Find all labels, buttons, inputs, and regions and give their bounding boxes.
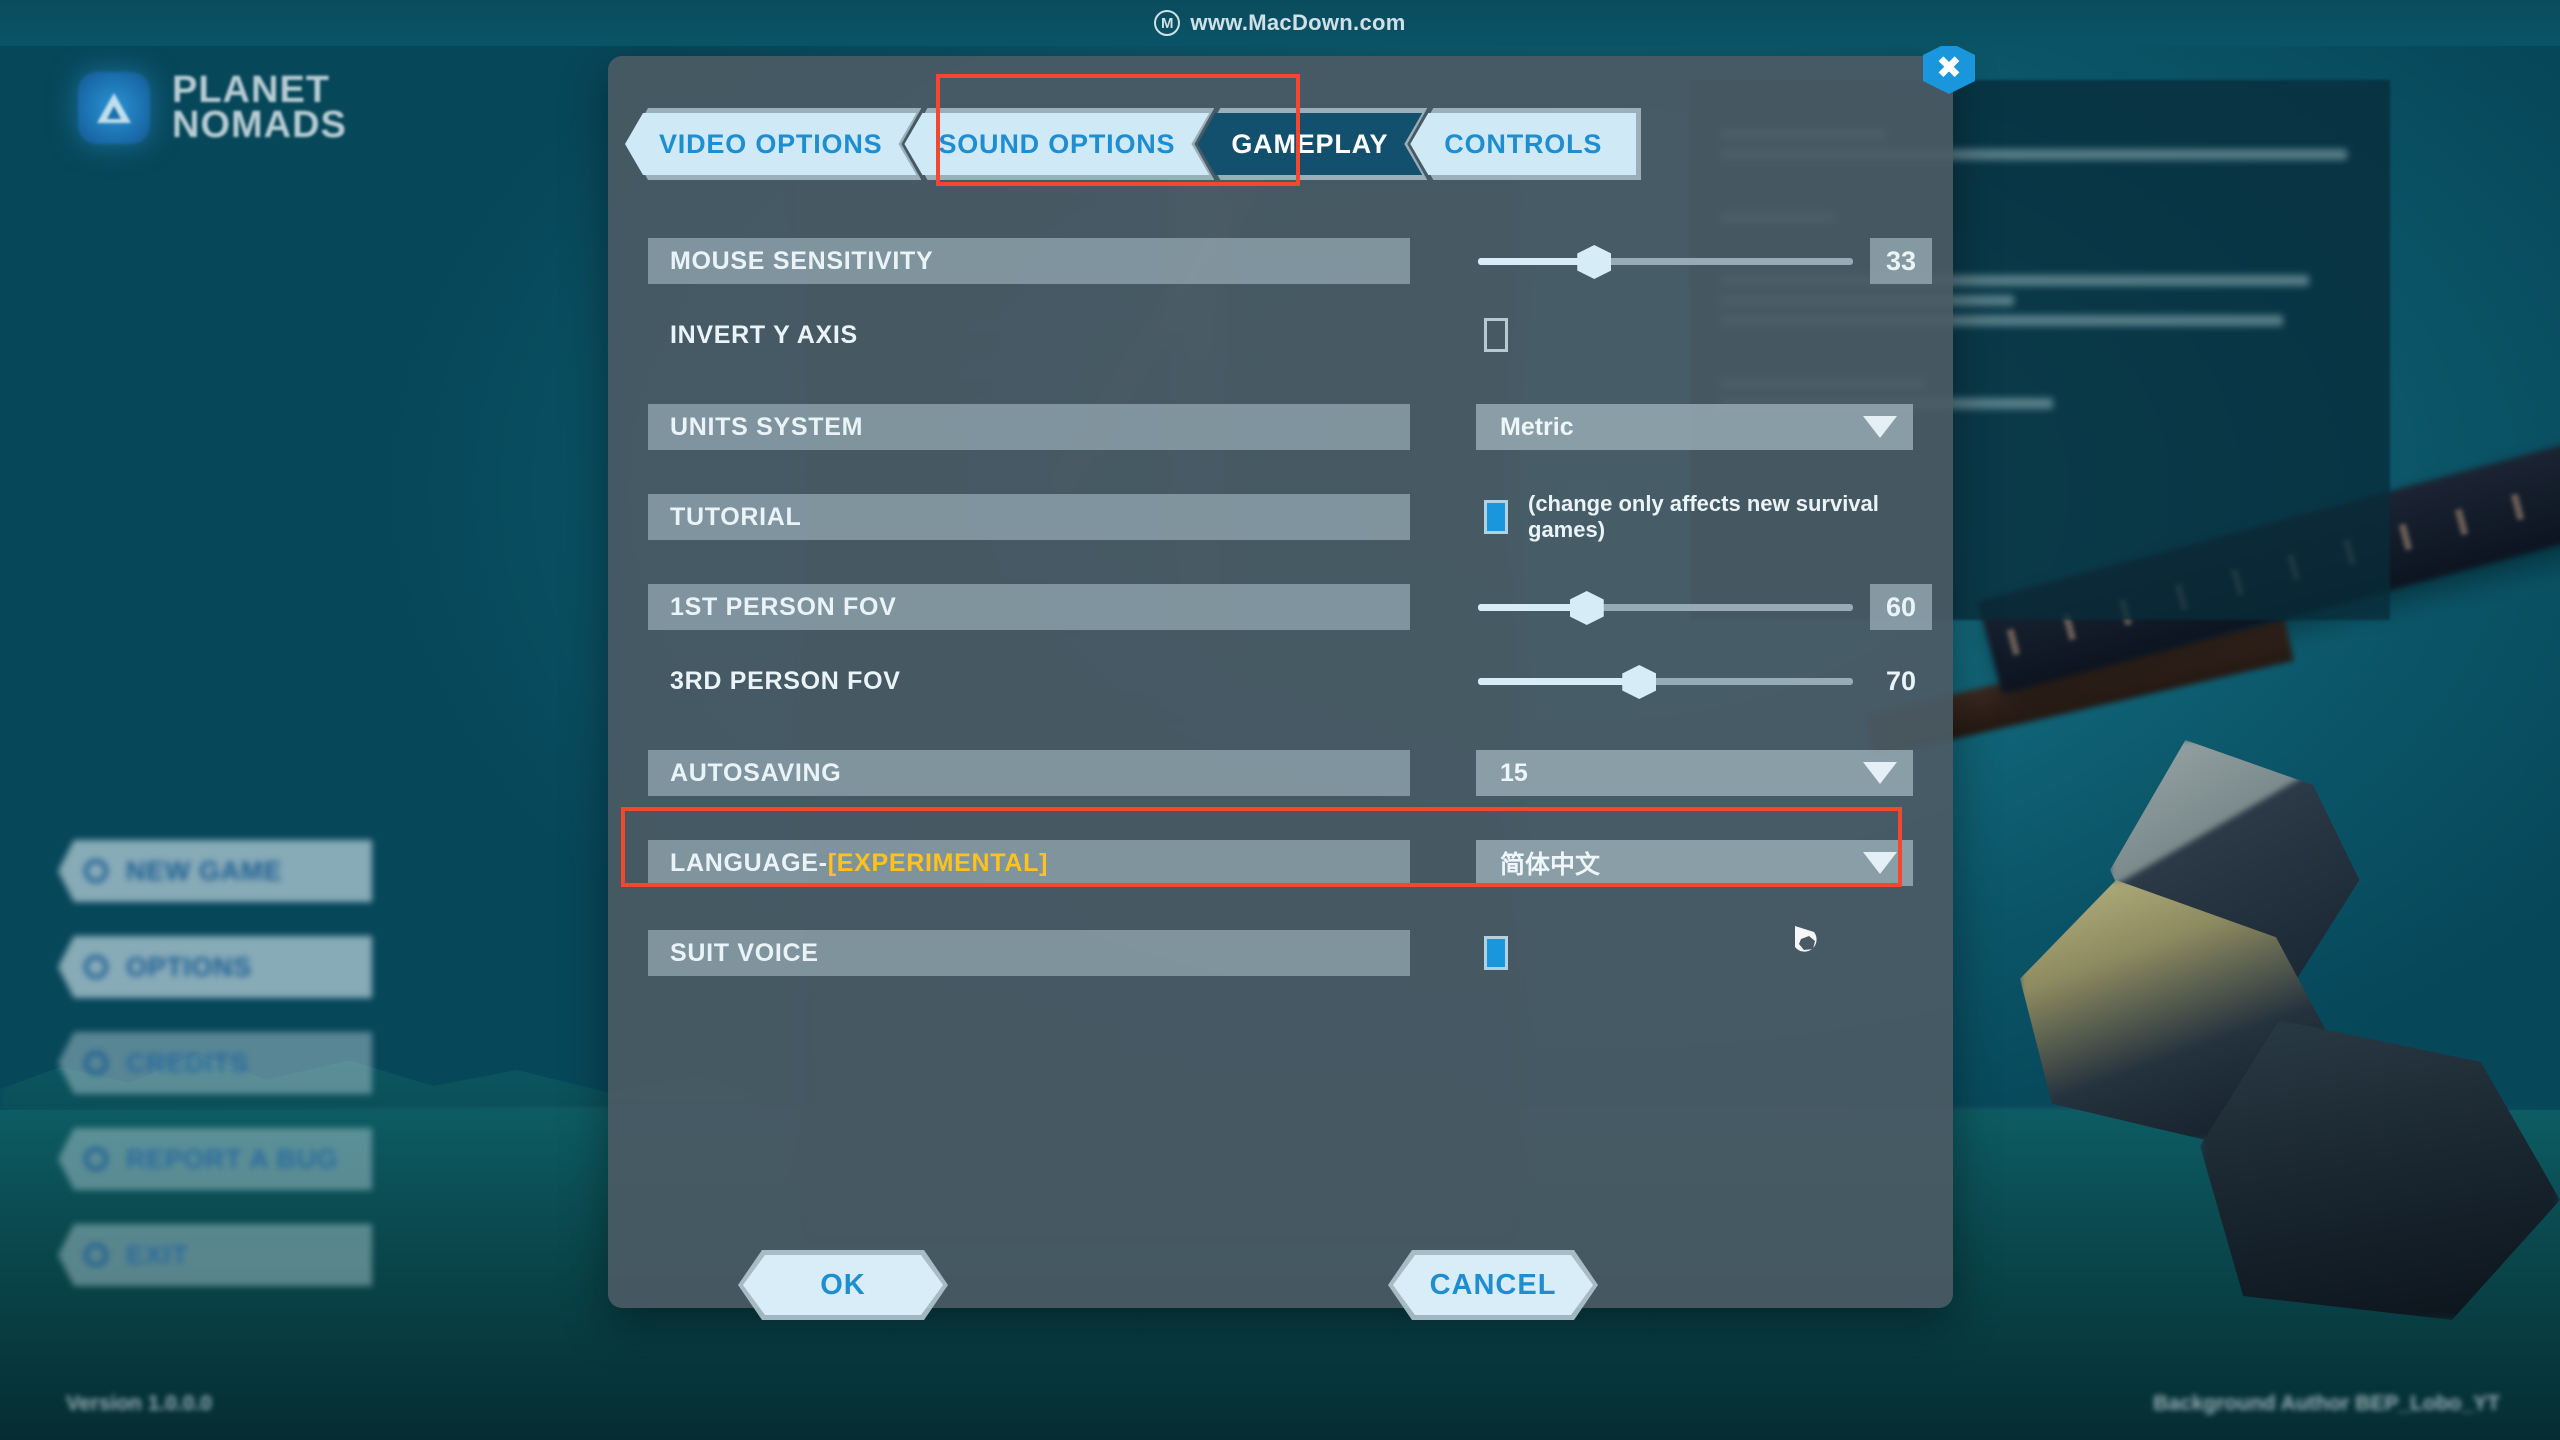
options-dialog: ✖ VIDEO OPTIONS SOUND OPTIONS GAMEPLAY C… xyxy=(608,42,1975,1308)
slider-fill xyxy=(1478,258,1595,265)
planet-nomads-triangle-icon xyxy=(78,72,150,144)
tab-controls[interactable]: CONTROLS xyxy=(1410,113,1637,175)
tab-gameplay[interactable]: GAMEPLAY xyxy=(1197,113,1422,175)
macdown-logo-icon: M xyxy=(1154,10,1181,36)
language-label-separator: - xyxy=(818,848,828,877)
language-label-main: LANGUAGE xyxy=(670,848,819,877)
slider-handle[interactable] xyxy=(1577,245,1612,279)
version-label: Version 1.0.0.0 xyxy=(66,1392,212,1415)
row-autosaving: AUTOSAVING 15 xyxy=(648,750,1913,796)
label-mouse-sensitivity: MOUSE SENSITIVITY xyxy=(648,238,1410,284)
row-units-system: UNITS SYSTEM Metric xyxy=(648,404,1913,450)
close-button[interactable]: ✖ xyxy=(1923,42,1975,94)
label-invert-y-axis: INVERT Y AXIS xyxy=(670,320,858,349)
menu-item-label: OPTIONS xyxy=(126,951,252,982)
menu-item-report-a-bug[interactable]: REPORT A BUG xyxy=(58,1128,373,1190)
row-tutorial: TUTORIAL (change only affects new surviv… xyxy=(648,491,1913,542)
label-autosaving: AUTOSAVING xyxy=(648,750,1410,796)
slider-handle[interactable] xyxy=(1622,665,1657,699)
chevron-down-icon xyxy=(1863,852,1897,874)
value-third-person-fov: 70 xyxy=(1885,665,1917,696)
row-third-person-fov: 3RD PERSON FOV 70 xyxy=(648,658,1916,704)
circle-icon xyxy=(84,1147,108,1171)
value-first-person-fov: 60 xyxy=(1870,584,1932,630)
game-logo-text: PLANET NOMADS xyxy=(172,69,347,146)
tab-video-options[interactable]: VIDEO OPTIONS xyxy=(625,113,916,175)
checkbox-invert-y-axis[interactable] xyxy=(1484,318,1508,352)
row-mouse-sensitivity: MOUSE SENSITIVITY 33 xyxy=(648,238,1932,284)
slider-third-person-fov[interactable] xyxy=(1478,658,1853,704)
dropdown-autosaving[interactable]: 15 xyxy=(1476,750,1913,796)
logo-line-1: PLANET xyxy=(172,69,330,112)
watermark-text: www.MacDown.com xyxy=(1190,10,1406,35)
tab-frame-gameplay: GAMEPLAY xyxy=(1200,108,1427,180)
tab-frame-sound-options: SOUND OPTIONS xyxy=(907,108,1214,180)
slider-mouse-sensitivity[interactable] xyxy=(1478,238,1853,284)
dropdown-value: Metric xyxy=(1500,412,1574,441)
label-language: LANGUAGE - [EXPERIMENTAL] xyxy=(648,840,1410,886)
label-third-person-fov: 3RD PERSON FOV xyxy=(670,666,901,695)
tab-frame-controls: CONTROLS xyxy=(1410,108,1641,180)
checkbox-tutorial[interactable] xyxy=(1484,500,1508,534)
menu-item-label: CREDITS xyxy=(126,1047,249,1078)
dropdown-units-system[interactable]: Metric xyxy=(1476,404,1913,450)
language-experimental-tag: [EXPERIMENTAL] xyxy=(827,848,1049,877)
row-first-person-fov: 1ST PERSON FOV 60 xyxy=(648,584,1932,630)
label-tutorial: TUTORIAL xyxy=(648,494,1410,540)
menu-item-label: REPORT A BUG xyxy=(126,1143,339,1174)
cancel-button[interactable]: CANCEL xyxy=(1393,1255,1593,1315)
circle-icon xyxy=(84,1243,108,1267)
label-suit-voice: SUIT VOICE xyxy=(648,930,1410,976)
screen: M www.MacDown.com PLANET NOMADS NEW GAME… xyxy=(0,0,2560,1440)
value-mouse-sensitivity: 33 xyxy=(1870,238,1932,284)
menu-item-label: EXIT xyxy=(126,1239,189,1270)
label-first-person-fov: 1ST PERSON FOV xyxy=(648,584,1410,630)
dropdown-language[interactable]: 简体中文 xyxy=(1476,840,1913,886)
logo-line-2: NOMADS xyxy=(172,104,347,146)
slider-fill xyxy=(1478,678,1640,685)
chevron-down-icon xyxy=(1863,416,1897,438)
circle-icon xyxy=(84,1051,108,1075)
tab-sound-options[interactable]: SOUND OPTIONS xyxy=(904,113,1209,175)
ok-button[interactable]: OK xyxy=(743,1255,943,1315)
watermark-bar: M www.MacDown.com xyxy=(0,0,2560,46)
dropdown-value: 简体中文 xyxy=(1500,851,1601,879)
checkbox-suit-voice[interactable] xyxy=(1484,936,1508,970)
close-icon: ✖ xyxy=(1936,49,1962,86)
circle-icon xyxy=(84,859,108,883)
menu-item-label: NEW GAME xyxy=(126,855,283,886)
label-units-system: UNITS SYSTEM xyxy=(648,404,1410,450)
row-suit-voice: SUIT VOICE xyxy=(648,930,1913,976)
menu-item-options[interactable]: OPTIONS xyxy=(58,936,373,998)
menu-item-exit[interactable]: EXIT xyxy=(58,1224,373,1286)
tutorial-note: (change only affects new survival games) xyxy=(1528,491,1879,542)
tab-bar: VIDEO OPTIONS SOUND OPTIONS GAMEPLAY CON… xyxy=(628,108,1641,180)
background-author-label: Background Author BEP_Lobo_YT xyxy=(2153,1392,2500,1415)
row-language: LANGUAGE - [EXPERIMENTAL] 简体中文 xyxy=(648,840,1913,886)
circle-icon xyxy=(84,955,108,979)
chevron-down-icon xyxy=(1863,762,1897,784)
cancel-button-frame: CANCEL xyxy=(1388,1250,1598,1320)
slider-first-person-fov[interactable] xyxy=(1478,584,1853,630)
ok-button-frame: OK xyxy=(738,1250,948,1320)
dropdown-value: 15 xyxy=(1500,758,1528,787)
tab-frame-video-options: VIDEO OPTIONS xyxy=(628,108,921,180)
menu-item-credits[interactable]: CREDITS xyxy=(58,1032,373,1094)
main-menu: NEW GAME OPTIONS CREDITS REPORT A BUG EX… xyxy=(58,840,373,1286)
slider-handle[interactable] xyxy=(1569,591,1604,625)
row-invert-y-axis: INVERT Y AXIS xyxy=(648,312,1913,358)
game-logo: PLANET NOMADS xyxy=(78,69,347,146)
settings-list: MOUSE SENSITIVITY 33 INVERT Y AXIS UNITS… xyxy=(648,238,1932,976)
menu-item-new-game[interactable]: NEW GAME xyxy=(58,840,373,902)
